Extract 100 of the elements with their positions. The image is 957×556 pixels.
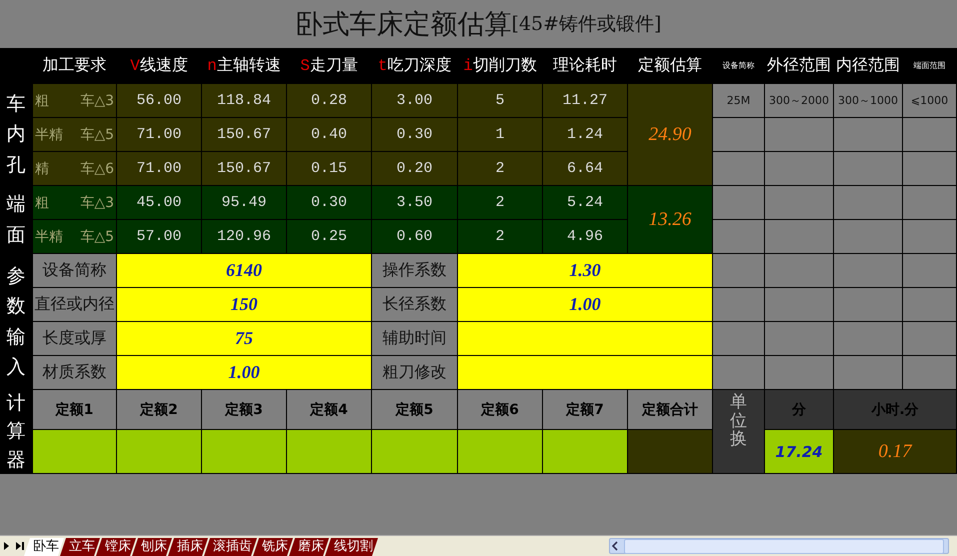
table-cell: 3.00 (372, 84, 458, 118)
table-cell (903, 322, 957, 356)
input-field[interactable]: 1.30 (458, 254, 713, 288)
table-cell: 71.00 (117, 152, 202, 186)
param-label: 粗刀修改 (372, 356, 458, 390)
table-cell: 2 (458, 186, 543, 220)
table-cell: 56.00 (117, 84, 202, 118)
table-cell (713, 288, 765, 322)
param-label: 操作系数 (372, 254, 458, 288)
table-cell (903, 118, 957, 152)
scroll-last-icon[interactable] (16, 542, 24, 550)
scroll-right-icon[interactable] (4, 542, 10, 550)
input-field[interactable]: 6140 (117, 254, 372, 288)
sheet-tab[interactable]: 滚插齿 (204, 538, 257, 556)
input-field[interactable] (458, 430, 543, 474)
column-header: 定额5 (372, 390, 458, 430)
column-header: 定额1 (33, 390, 117, 430)
table-cell: 95.49 (202, 186, 287, 220)
input-field[interactable]: 1.00 (117, 356, 372, 390)
process-grade: 车△5 (80, 228, 114, 246)
table-cell (765, 254, 834, 288)
table-cell: 300～2000 (765, 84, 834, 118)
table-cell: 120.96 (202, 220, 287, 254)
input-field[interactable] (372, 430, 458, 474)
process-grade: 车△3 (80, 92, 114, 110)
table-cell: 0.60 (372, 220, 458, 254)
param-label: 辅助时间 (372, 322, 458, 356)
param-label: 长度或厚 (33, 322, 117, 356)
param-label: 直径或内径 (33, 288, 117, 322)
sheet-tab[interactable]: 立车 (60, 538, 100, 556)
sheet-tab[interactable]: 铣床 (253, 538, 293, 556)
column-header: 定额7 (543, 390, 628, 430)
table-cell: 2 (458, 220, 543, 254)
table-cell: 0.15 (287, 152, 372, 186)
input-field[interactable]: 75 (117, 322, 372, 356)
input-field[interactable]: 150 (117, 288, 372, 322)
sheet-tab[interactable]: 卧车 (24, 538, 64, 556)
table-cell: 300～1000 (834, 84, 903, 118)
table-cell (713, 254, 765, 288)
sheet-subtitle: [45#铸件或锻件] (512, 12, 662, 37)
sheet-tab[interactable]: 镗床 (96, 538, 136, 556)
table-cell: 150.67 (202, 118, 287, 152)
table-cell: 1 (458, 118, 543, 152)
table-cell (834, 288, 903, 322)
table-cell: 25M (713, 84, 765, 118)
table-cell (765, 288, 834, 322)
table-cell (903, 186, 957, 220)
sheet-tab[interactable]: 插床 (168, 538, 208, 556)
section-label: 单位换 (730, 391, 747, 450)
table-cell (713, 118, 765, 152)
param-label: 长径系数 (372, 288, 458, 322)
sheet-title: 卧式车床定额估算 (296, 8, 512, 42)
table-cell (903, 288, 957, 322)
result-value: 17.24 (765, 430, 834, 474)
sheet-tab[interactable]: 线切割 (325, 538, 378, 556)
input-field[interactable]: 1.00 (458, 288, 713, 322)
input-field[interactable] (458, 322, 713, 356)
table-cell (834, 220, 903, 254)
table-cell (765, 186, 834, 220)
column-header: 定额2 (117, 390, 202, 430)
section-label: 参数输入 (6, 264, 26, 380)
estimate-value: 13.26 (628, 186, 713, 254)
table-cell (713, 220, 765, 254)
table-cell (834, 356, 903, 390)
table-cell (834, 322, 903, 356)
table-cell: 1.24 (543, 118, 628, 152)
process-name: 粗 (35, 194, 49, 212)
process-grade: 车△6 (80, 160, 114, 178)
input-field[interactable] (33, 430, 117, 474)
input-field[interactable] (458, 356, 713, 390)
input-field[interactable] (202, 430, 287, 474)
column-header: 定额3 (202, 390, 287, 430)
table-cell: 118.84 (202, 84, 287, 118)
table-cell (713, 152, 765, 186)
table-cell: 2 (458, 152, 543, 186)
table-cell: 6.64 (543, 152, 628, 186)
table-cell (903, 220, 957, 254)
table-cell (903, 254, 957, 288)
scroll-left-icon[interactable] (610, 541, 620, 551)
table-cell: 0.40 (287, 118, 372, 152)
column-header: 定额6 (458, 390, 543, 430)
table-cell (713, 322, 765, 356)
process-name: 半精 (35, 126, 63, 144)
input-field[interactable] (117, 430, 202, 474)
sheet-tab[interactable]: 磨床 (289, 538, 329, 556)
table-cell (834, 254, 903, 288)
input-field[interactable] (543, 430, 628, 474)
section-label: 计算器 (6, 390, 26, 473)
group-label: 端面 (6, 192, 26, 248)
table-cell: 11.27 (543, 84, 628, 118)
table-cell (834, 118, 903, 152)
input-field[interactable] (287, 430, 372, 474)
process-grade: 车△3 (80, 194, 114, 212)
table-cell (765, 118, 834, 152)
process-grade: 车△5 (80, 126, 114, 144)
table-cell: 3.50 (372, 186, 458, 220)
horizontal-scrollbar[interactable] (609, 538, 949, 554)
sheet-tab[interactable]: 刨床 (132, 538, 172, 556)
estimate-value: 24.90 (628, 84, 713, 186)
table-cell (834, 186, 903, 220)
